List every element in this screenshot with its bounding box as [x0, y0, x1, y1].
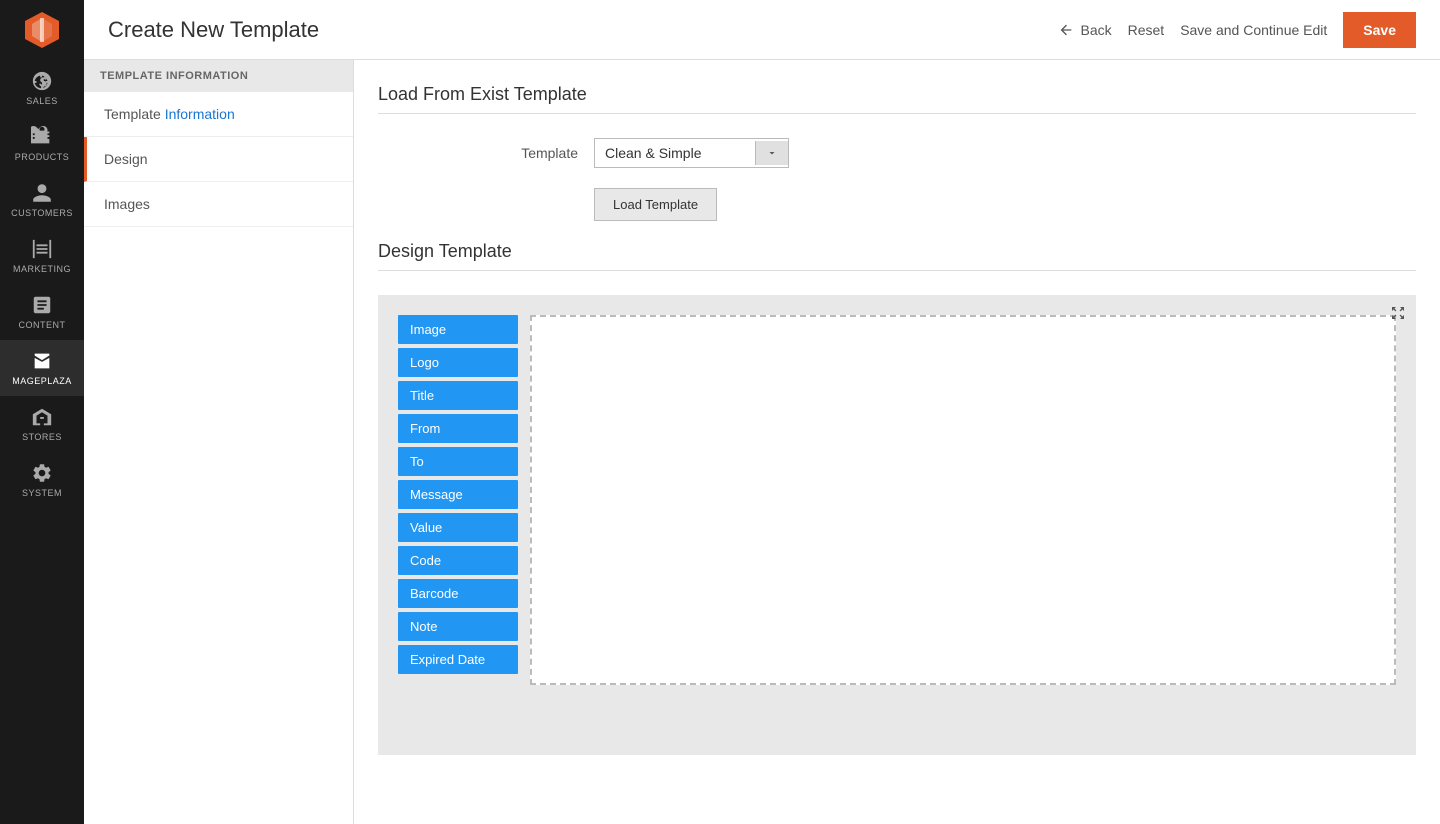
sidebar-item-products[interactable]: PRODUCTS	[0, 116, 84, 172]
save-button[interactable]: Save	[1343, 12, 1416, 48]
reset-button[interactable]: Reset	[1128, 22, 1165, 38]
box-icon	[31, 126, 53, 148]
content-area: TEMPLATE INFORMATION Template Informatio…	[84, 60, 1440, 824]
store-icon	[31, 350, 53, 372]
sidebar-item-marketing-label: MARKETING	[13, 264, 71, 274]
megaphone-icon	[31, 238, 53, 260]
main-area: Create New Template Back Reset Save and …	[84, 0, 1440, 824]
dollar-icon	[31, 70, 53, 92]
expand-svg-icon	[1390, 305, 1406, 321]
sidebar-item-system[interactable]: SYSTEM	[0, 452, 84, 508]
load-section-title: Load From Exist Template	[378, 84, 1416, 105]
template-select[interactable]: Clean & Simple Modern Classic Minimal	[595, 139, 755, 167]
left-panel-design-label: Design	[104, 151, 148, 167]
template-word: Template	[104, 106, 165, 122]
right-panel: Load From Exist Template Template Clean …	[354, 60, 1440, 824]
block-btn-barcode[interactable]: Barcode	[398, 579, 518, 608]
block-btn-to[interactable]: To	[398, 447, 518, 476]
block-btn-message[interactable]: Message	[398, 480, 518, 509]
sidebar-item-content-label: CONTENT	[19, 320, 66, 330]
storefront-icon	[31, 406, 53, 428]
template-label: Template	[458, 145, 578, 161]
block-btn-code[interactable]: Code	[398, 546, 518, 575]
gear-icon	[31, 462, 53, 484]
chevron-down-icon	[766, 147, 778, 159]
load-template-row: Load Template	[378, 188, 1416, 221]
template-select-wrapper: Clean & Simple Modern Classic Minimal	[594, 138, 789, 168]
sidebar-item-marketing[interactable]: MARKETING	[0, 228, 84, 284]
magento-logo-icon	[22, 10, 62, 50]
sidebar-item-products-label: PRODUCTS	[15, 152, 70, 162]
block-btn-from[interactable]: From	[398, 414, 518, 443]
back-arrow-icon	[1058, 22, 1074, 38]
sidebar-item-stores[interactable]: STORES	[0, 396, 84, 452]
sidebar-item-system-label: SYSTEM	[22, 488, 62, 498]
block-btn-logo[interactable]: Logo	[398, 348, 518, 377]
page-header: Create New Template Back Reset Save and …	[84, 0, 1440, 60]
left-panel-section-header: TEMPLATE INFORMATION	[84, 60, 353, 92]
left-panel-images-label: Images	[104, 196, 150, 212]
sidebar-item-sales[interactable]: SALES	[0, 60, 84, 116]
sidebar-item-customers[interactable]: CUSTOMERS	[0, 172, 84, 228]
blocks-panel: Image Logo Title From To Message Value C…	[398, 315, 518, 685]
sidebar-item-customers-label: CUSTOMERS	[11, 208, 73, 218]
info-word: Information	[165, 106, 235, 122]
load-section-divider	[378, 113, 1416, 114]
app-logo	[0, 0, 84, 60]
sidebar-item-stores-label: STORES	[22, 432, 62, 442]
back-button[interactable]: Back	[1058, 22, 1111, 38]
left-panel: TEMPLATE INFORMATION Template Informatio…	[84, 60, 354, 824]
sidebar-item-content[interactable]: CONTENT	[0, 284, 84, 340]
block-btn-expired-date[interactable]: Expired Date	[398, 645, 518, 674]
design-canvas-inner: Image Logo Title From To Message Value C…	[398, 315, 1396, 685]
person-icon	[31, 182, 53, 204]
design-preview	[530, 315, 1396, 685]
left-panel-item-design[interactable]: Design	[84, 137, 353, 182]
left-panel-item-template-information[interactable]: Template Information	[84, 92, 353, 137]
select-arrow-button[interactable]	[755, 141, 788, 165]
back-button-label: Back	[1080, 22, 1111, 38]
expand-icon[interactable]	[1390, 305, 1406, 324]
block-btn-note[interactable]: Note	[398, 612, 518, 641]
sidebar-item-mageplaza[interactable]: MAGEPLAZA	[0, 340, 84, 396]
design-section: Design Template Image Logo Title From To	[378, 241, 1416, 755]
save-continue-button[interactable]: Save and Continue Edit	[1180, 22, 1327, 38]
load-template-button[interactable]: Load Template	[594, 188, 717, 221]
design-canvas-wrapper: Image Logo Title From To Message Value C…	[378, 295, 1416, 755]
block-btn-value[interactable]: Value	[398, 513, 518, 542]
sidebar-item-mageplaza-label: MAGEPLAZA	[12, 376, 72, 386]
design-section-title: Design Template	[378, 241, 1416, 262]
block-btn-image[interactable]: Image	[398, 315, 518, 344]
sidebar: SALES PRODUCTS CUSTOMERS MARKETING CONTE…	[0, 0, 84, 824]
block-btn-title[interactable]: Title	[398, 381, 518, 410]
content-icon	[31, 294, 53, 316]
left-panel-item-images[interactable]: Images	[84, 182, 353, 227]
design-section-divider	[378, 270, 1416, 271]
template-select-row: Template Clean & Simple Modern Classic M…	[378, 138, 1416, 168]
sidebar-item-sales-label: SALES	[26, 96, 58, 106]
page-title: Create New Template	[108, 17, 319, 43]
header-actions: Back Reset Save and Continue Edit Save	[1058, 12, 1416, 48]
